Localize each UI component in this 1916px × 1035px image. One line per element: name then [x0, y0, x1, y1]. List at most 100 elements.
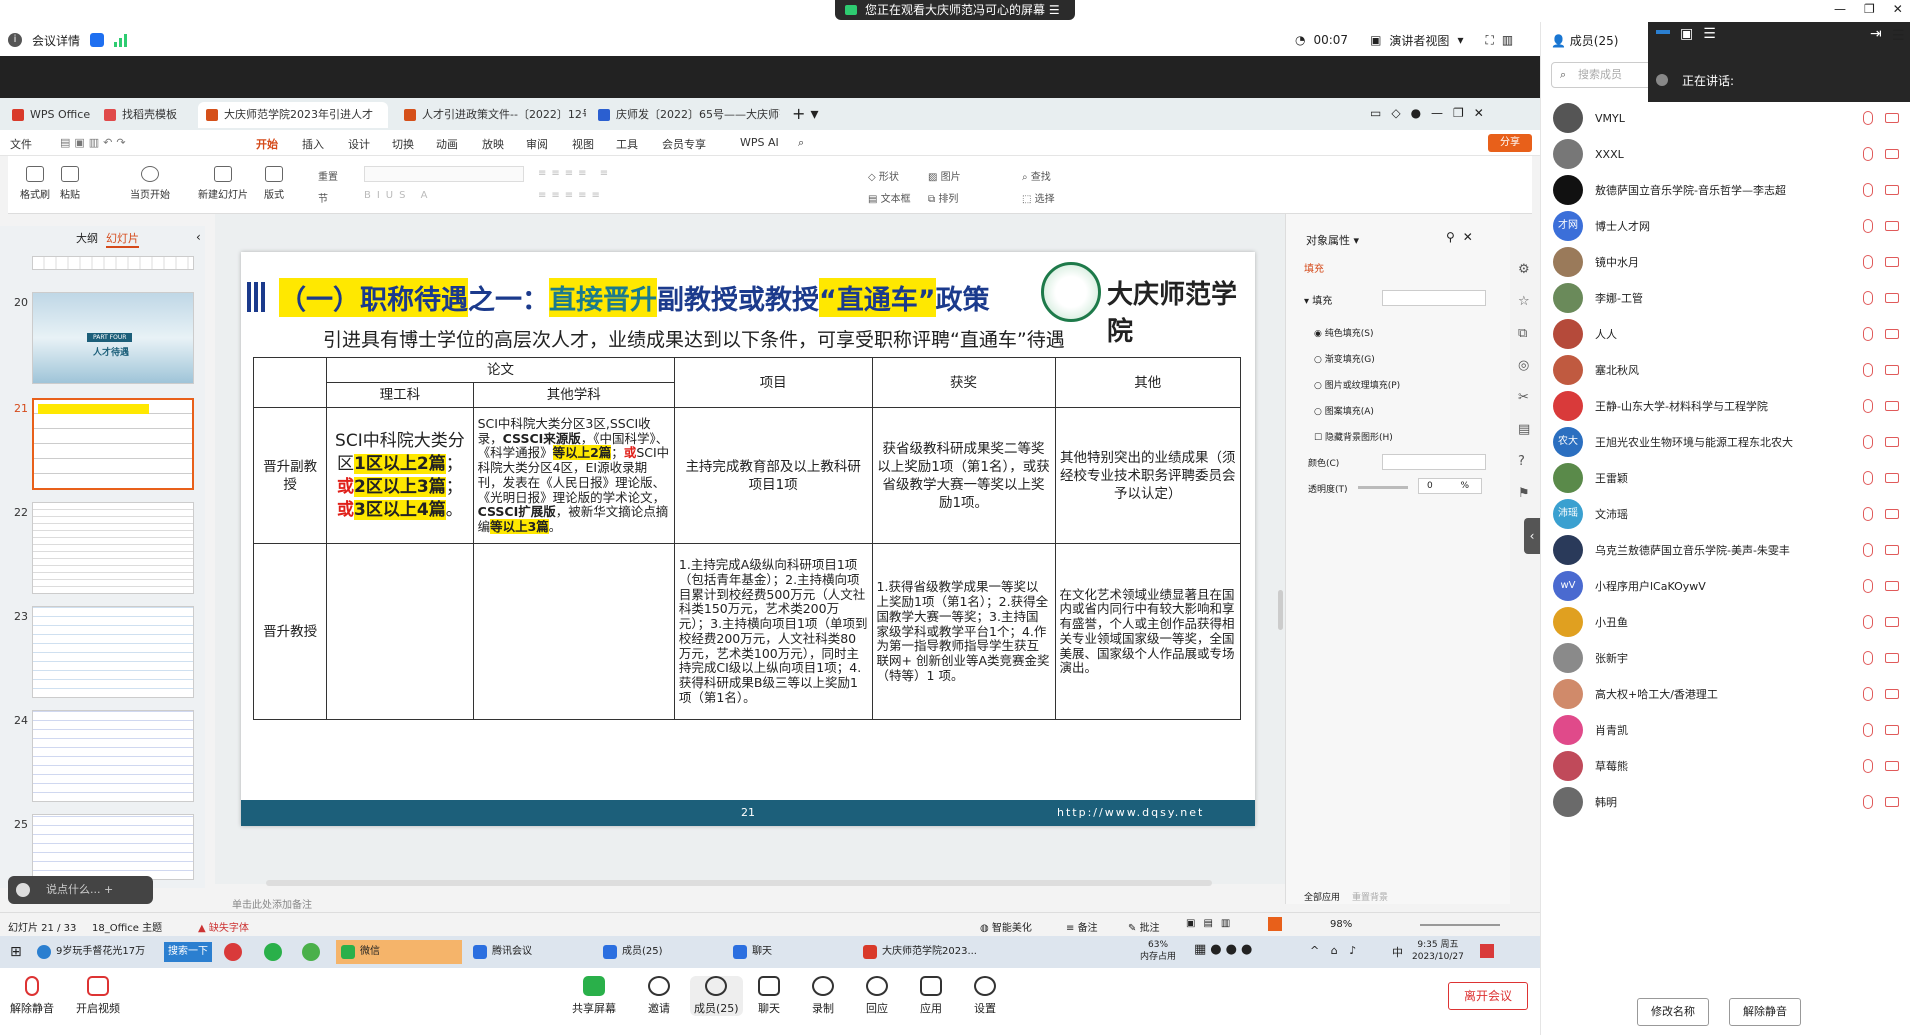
radio-picture[interactable]: ○ 图片或纹理填充(P): [1314, 378, 1400, 391]
windows-start-icon[interactable]: ⊞: [10, 944, 22, 960]
camera-off-icon[interactable]: [1885, 509, 1899, 519]
textbox-button[interactable]: ▤ 文本框: [868, 190, 911, 205]
fullscreen-icon[interactable]: ⛶: [1485, 33, 1493, 48]
tab-template[interactable]: 找稻壳模板: [96, 102, 192, 128]
slide-thumbnail-20[interactable]: PART FOUR 人才待遇: [32, 292, 194, 384]
speaker-layout-icons[interactable]: ▣☰: [1680, 26, 1726, 42]
transparency-input[interactable]: 0%: [1418, 478, 1482, 494]
apply-all-button[interactable]: 全部应用: [1304, 890, 1340, 903]
taskbar-clock[interactable]: 9:35 周五 2023/10/27: [1412, 939, 1464, 963]
paste-button[interactable]: 粘贴: [60, 166, 80, 201]
transparency-slider[interactable]: [1358, 486, 1408, 489]
apps-button[interactable]: 应用: [920, 976, 942, 1016]
fill-select[interactable]: [1382, 290, 1486, 306]
radio-gradient[interactable]: ○ 渐变填充(G): [1314, 352, 1375, 365]
settings-button[interactable]: 设置: [974, 976, 996, 1016]
camera-off-icon[interactable]: [1885, 257, 1899, 267]
camera-off-icon[interactable]: [1885, 581, 1899, 591]
shield-icon[interactable]: [90, 33, 105, 47]
panel-expand-icon[interactable]: ‹: [1524, 518, 1540, 554]
mic-off-icon[interactable]: [1863, 291, 1873, 305]
notes-toggle[interactable]: ≡ 备注: [1066, 919, 1098, 934]
reset-button[interactable]: 重置: [318, 168, 338, 183]
reaction-button[interactable]: 回应: [866, 976, 888, 1016]
member-row[interactable]: wV 小程序用户lCaKOywV: [1553, 568, 1903, 604]
members-button[interactable]: 成员(25): [690, 976, 743, 1016]
taskbar-members[interactable]: 成员(25): [598, 940, 724, 964]
start-video-button[interactable]: 开启视频: [76, 976, 120, 1016]
system-tray-icons[interactable]: ^ ⌂ ♪: [1310, 944, 1360, 957]
menu-tools[interactable]: 工具: [616, 136, 638, 152]
radio-pattern[interactable]: ○ 图案填充(A): [1314, 404, 1374, 417]
member-row[interactable]: 高大权+哈工大/香港理工: [1553, 676, 1903, 712]
panel-pin-close-icons[interactable]: ⚲✕: [1446, 230, 1481, 244]
mic-off-icon[interactable]: [1863, 363, 1873, 377]
menu-transition[interactable]: 切换: [392, 136, 414, 152]
chat-button[interactable]: 聊天: [758, 976, 780, 1016]
meeting-details-link[interactable]: 会议详情: [32, 32, 80, 49]
camera-off-icon[interactable]: [1885, 293, 1899, 303]
slide-thumbnail-24[interactable]: [32, 710, 194, 802]
font-style-buttons[interactable]: BIUS A: [364, 190, 434, 201]
member-row[interactable]: 李娜-工管: [1553, 280, 1903, 316]
member-row[interactable]: 韩明: [1553, 784, 1903, 820]
slide-thumbnail-22[interactable]: [32, 502, 194, 594]
font-family-select[interactable]: [364, 166, 524, 182]
missing-font-warning[interactable]: ▲ 缺失字体: [198, 919, 249, 934]
quick-access-icons[interactable]: ▤▣▥↶↷: [60, 136, 130, 149]
comment-input[interactable]: 说点什么... +: [8, 876, 153, 904]
mic-off-icon[interactable]: [1863, 759, 1873, 773]
tab-outline[interactable]: 大纲: [76, 230, 98, 246]
taskbar-search[interactable]: 9岁玩手督花光17万: [32, 940, 145, 964]
mic-off-icon[interactable]: [1863, 111, 1873, 125]
menu-review[interactable]: 审阅: [526, 136, 548, 152]
zoom-slider[interactable]: [1420, 924, 1500, 926]
restore-icon[interactable]: ❐: [1864, 2, 1875, 16]
menu-view[interactable]: 视图: [572, 136, 594, 152]
tab-fill[interactable]: 填充: [1304, 260, 1324, 275]
mic-off-icon[interactable]: [1863, 327, 1873, 341]
collapse-pane-icon[interactable]: ‹: [196, 230, 201, 244]
vertical-scrollbar[interactable]: [1278, 590, 1283, 630]
camera-off-icon[interactable]: [1885, 221, 1899, 231]
app-icon-red[interactable]: [224, 943, 242, 961]
menu-animation[interactable]: 动画: [436, 136, 458, 152]
camera-off-icon[interactable]: [1885, 473, 1899, 483]
camera-off-icon[interactable]: [1885, 797, 1899, 807]
taskbar-wps[interactable]: 大庆师范学院2023...: [858, 940, 978, 964]
panel-menu-icon[interactable]: ☰: [1892, 28, 1905, 44]
mic-off-icon[interactable]: [1863, 255, 1873, 269]
slide-thumbnail-19[interactable]: [32, 256, 194, 270]
section-button[interactable]: 节: [318, 190, 328, 205]
picture-button[interactable]: ▨ 图片: [928, 168, 961, 183]
leave-meeting-button[interactable]: 离开会议: [1448, 982, 1528, 1010]
align-buttons[interactable]: ≡≡≡≡≡: [538, 190, 605, 201]
signal-icon[interactable]: [114, 33, 128, 47]
mic-off-icon[interactable]: [1863, 543, 1873, 557]
layout-button[interactable]: 版式: [264, 166, 284, 201]
menu-wps-ai[interactable]: WPS AI: [740, 136, 779, 149]
mic-off-icon[interactable]: [1863, 615, 1873, 629]
camera-off-icon[interactable]: [1885, 185, 1899, 195]
mic-off-icon[interactable]: [1863, 219, 1873, 233]
mic-off-icon[interactable]: [1863, 183, 1873, 197]
member-row[interactable]: 镜中水月: [1553, 244, 1903, 280]
member-row[interactable]: 沛瑶 文沛瑶: [1553, 496, 1903, 532]
menu-design[interactable]: 设计: [348, 136, 370, 152]
taskbar-tencent-meeting[interactable]: 腾讯会议: [468, 940, 594, 964]
props-title[interactable]: 对象属性 ▾: [1306, 232, 1359, 248]
invite-button[interactable]: 邀请: [648, 976, 670, 1016]
member-row[interactable]: 张新宇: [1553, 640, 1903, 676]
member-row[interactable]: 农大 王旭光农业生物环境与能源工程东北农大: [1553, 424, 1903, 460]
share-screen-button[interactable]: 共享屏幕: [572, 976, 616, 1016]
app-icon-green[interactable]: [302, 943, 320, 961]
taskbar-chat[interactable]: 聊天: [728, 940, 854, 964]
menu-insert[interactable]: 插入: [302, 136, 324, 152]
tab-current-ppt[interactable]: 大庆师范学院2023年引进人才: [198, 102, 388, 128]
member-row[interactable]: 王雷颖: [1553, 460, 1903, 496]
mic-off-icon[interactable]: [1863, 507, 1873, 521]
sidebar-toggle-icon[interactable]: ▥: [1502, 33, 1513, 47]
speaker-collapse-icon[interactable]: ⇥: [1870, 26, 1882, 42]
member-row[interactable]: 王静-山东大学-材料科学与工程学院: [1553, 388, 1903, 424]
member-row[interactable]: VMYL: [1553, 100, 1903, 136]
